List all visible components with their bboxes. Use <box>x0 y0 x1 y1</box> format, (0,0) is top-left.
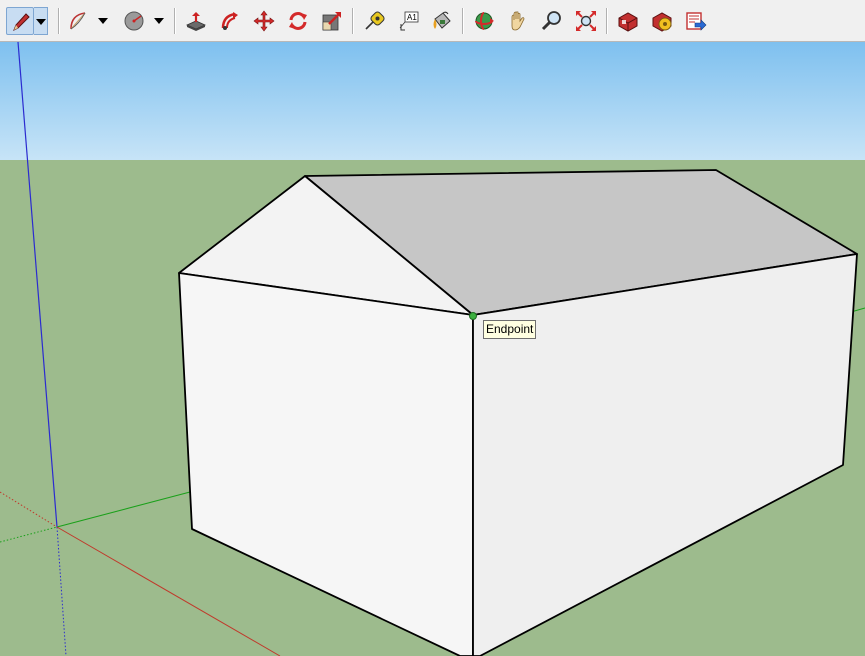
3d-warehouse-button[interactable] <box>614 7 642 35</box>
pencil-dropdown-button[interactable] <box>34 7 48 35</box>
orbit-tool-button[interactable] <box>470 7 498 35</box>
scale-tool-button[interactable] <box>318 7 346 35</box>
text-icon: A1 <box>399 11 419 31</box>
paint-bucket-tool-button[interactable] <box>428 7 456 35</box>
endpoint-inference-marker <box>469 312 477 320</box>
circle-icon <box>124 11 144 31</box>
toolbar-separator <box>352 8 354 34</box>
text-tool-button[interactable]: A1 <box>394 7 422 35</box>
chevron-down-icon <box>154 18 164 24</box>
push-pull-icon <box>186 12 206 31</box>
tape-measure-tool-button[interactable] <box>360 7 388 35</box>
extension-warehouse-button[interactable] <box>648 7 676 35</box>
move-icon <box>253 10 275 32</box>
inference-tooltip: Endpoint <box>483 320 537 339</box>
toolbar-separator <box>174 8 176 34</box>
circle-dropdown-button[interactable] <box>152 7 166 35</box>
toolbar-separator <box>462 8 464 34</box>
arc-icon <box>70 12 86 30</box>
svg-text:A1: A1 <box>407 13 417 22</box>
rotate-icon <box>289 12 307 30</box>
follow-me-tool-button[interactable] <box>216 7 244 35</box>
follow-me-icon <box>221 12 238 30</box>
rotate-tool-button[interactable] <box>284 7 312 35</box>
send-to-layout-button[interactable] <box>682 7 710 35</box>
arc-tool-button[interactable] <box>64 7 92 35</box>
orbit-icon <box>475 12 494 30</box>
move-tool-button[interactable] <box>250 7 278 35</box>
zoom-tool-button[interactable] <box>538 7 566 35</box>
scene-canvas <box>0 42 865 656</box>
circle-tool-button[interactable] <box>120 7 148 35</box>
layout-icon <box>686 12 707 31</box>
zoom-icon <box>541 11 561 31</box>
toolbar-separator <box>58 8 60 34</box>
pencil-tool-button[interactable] <box>6 7 34 35</box>
toolbar-separator <box>606 8 608 34</box>
paint-bucket-icon <box>433 11 451 29</box>
sky <box>0 42 865 160</box>
zoom-extents-tool-button[interactable] <box>572 7 600 35</box>
modeling-viewport[interactable] <box>0 42 865 656</box>
zoom-extents-icon <box>576 11 596 31</box>
pan-icon <box>511 11 525 31</box>
tape-measure-icon <box>365 11 385 30</box>
3d-warehouse-icon <box>618 12 638 32</box>
scale-icon <box>322 12 341 31</box>
pencil-icon <box>13 13 30 32</box>
chevron-down-icon <box>98 18 108 24</box>
push-pull-tool-button[interactable] <box>182 7 210 35</box>
main-toolbar: A1 <box>0 0 865 42</box>
pan-tool-button[interactable] <box>504 7 532 35</box>
extension-warehouse-icon <box>652 12 672 32</box>
chevron-down-icon <box>36 19 46 25</box>
arc-dropdown-button[interactable] <box>96 7 110 35</box>
